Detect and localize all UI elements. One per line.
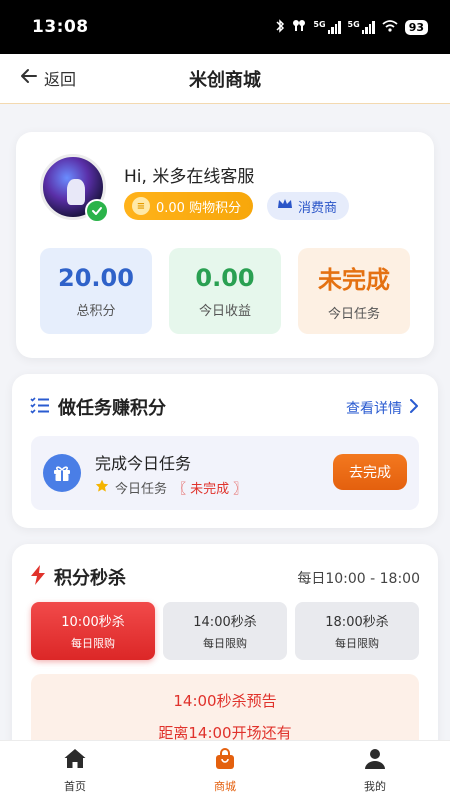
checklist-icon [30,396,50,419]
flash-slot-1800[interactable]: 18:00秒杀 每日限购 [295,602,419,660]
tab-label: 我的 [364,780,386,793]
tab-home[interactable]: 首页 [0,741,150,800]
main-content[interactable]: Hi, 米多在线客服 ≡ 0.00 购物积分 消费商 20.00 总积分 0.0… [0,104,450,740]
tab-mine[interactable]: 我的 [300,741,450,800]
home-icon [63,747,87,774]
slot-sub: 每日限购 [203,637,247,650]
status-time: 13:08 [32,17,89,37]
flash-sale-card: 积分秒杀 每日10:00 - 18:00 10:00秒杀 每日限购 14:00秒… [12,544,438,740]
stat-value: 0.00 [195,263,255,292]
crown-icon [277,198,293,214]
avatar[interactable] [40,154,109,223]
slot-sub: 每日限购 [335,637,379,650]
status-bar: 13:08 5G 5G 93 [0,0,450,54]
role-badge: 消费商 [267,192,350,220]
coin-icon: ≡ [132,197,150,215]
bluetooth-icon [275,18,285,36]
flash-hours: 每日10:00 - 18:00 [297,571,420,587]
signal-icon-1: 5G [313,19,341,34]
flash-slot-1400[interactable]: 14:00秒杀 每日限购 [163,602,287,660]
tasks-section-header: 做任务赚积分 [30,394,166,420]
battery-icon: 93 [404,19,428,35]
network-type-label: 5G [313,19,326,29]
page-title: 米创商城 [189,70,261,91]
avatar-figure [67,179,85,205]
stat-value: 20.00 [58,263,134,292]
flash-slot-1000[interactable]: 10:00秒杀 每日限购 [31,602,155,660]
tasks-section-title: 做任务赚积分 [58,398,166,419]
preview-countdown: 距离14:00开场还有 [158,724,292,740]
user-icon [363,747,387,774]
stat-label: 今日收益 [198,303,251,319]
complete-task-button[interactable]: 去完成 [333,454,407,490]
stat-label: 今日任务 [327,307,380,322]
slot-time: 14:00秒杀 [193,615,257,630]
chevron-right-icon [410,399,418,417]
star-icon [95,479,109,497]
slot-time: 18:00秒杀 [325,615,389,630]
role-label: 消费商 [298,200,338,216]
wifi-icon [382,19,398,35]
task-status: 〖 未完成 〗 [173,482,247,497]
stat-value: 未完成 [318,266,390,294]
stat-today-task[interactable]: 未完成 今日任务 [298,248,410,334]
nav-bar: 返回 米创商城 [0,54,450,104]
bottom-tab-bar: 首页 商城 我的 [0,740,450,800]
earbuds-icon [292,19,306,36]
profile-card: Hi, 米多在线客服 ≡ 0.00 购物积分 消费商 20.00 总积分 0.0… [16,132,434,358]
tab-mall[interactable]: 商城 [150,741,300,800]
slot-sub: 每日限购 [71,637,115,650]
verified-check-icon [85,199,109,223]
view-detail-label: 查看详情 [346,401,402,417]
stat-label: 总积分 [76,303,116,319]
flash-preview-box: 14:00秒杀预告 距离14:00开场还有 [31,674,419,740]
task-title: 完成今日任务 [95,454,192,473]
network-type-label: 5G [347,19,360,29]
status-icons: 5G 5G 93 [275,18,428,36]
shopping-bag-icon [213,747,237,774]
greeting-text: Hi, 米多在线客服 [124,167,255,187]
signal-icon-2: 5G [347,19,375,34]
lightning-icon [30,564,46,590]
daily-task-row: 完成今日任务 今日任务 〖 未完成 〗 去完成 [31,436,419,510]
tab-label: 首页 [64,780,86,793]
shopping-points-pill[interactable]: ≡ 0.00 购物积分 [124,192,254,220]
view-detail-link[interactable]: 查看详情 [346,398,418,418]
shopping-points-label: 0.00 购物积分 [156,200,242,216]
tab-label: 商城 [214,780,236,793]
task-status-line: 今日任务 〖 未完成 〗 [95,478,246,497]
flash-section-title: 积分秒杀 [54,568,126,589]
stat-total-points[interactable]: 20.00 总积分 [40,248,152,334]
task-prefix: 今日任务 [115,482,168,497]
gift-icon [43,454,81,492]
flash-section-header: 积分秒杀 [30,564,126,590]
preview-title: 14:00秒杀预告 [173,692,277,710]
tasks-card: 做任务赚积分 查看详情 完成今日任务 今日任务 〖 未完成 〗 去完成 [12,374,438,528]
stat-today-earnings[interactable]: 0.00 今日收益 [169,248,281,334]
slot-time: 10:00秒杀 [61,615,125,630]
